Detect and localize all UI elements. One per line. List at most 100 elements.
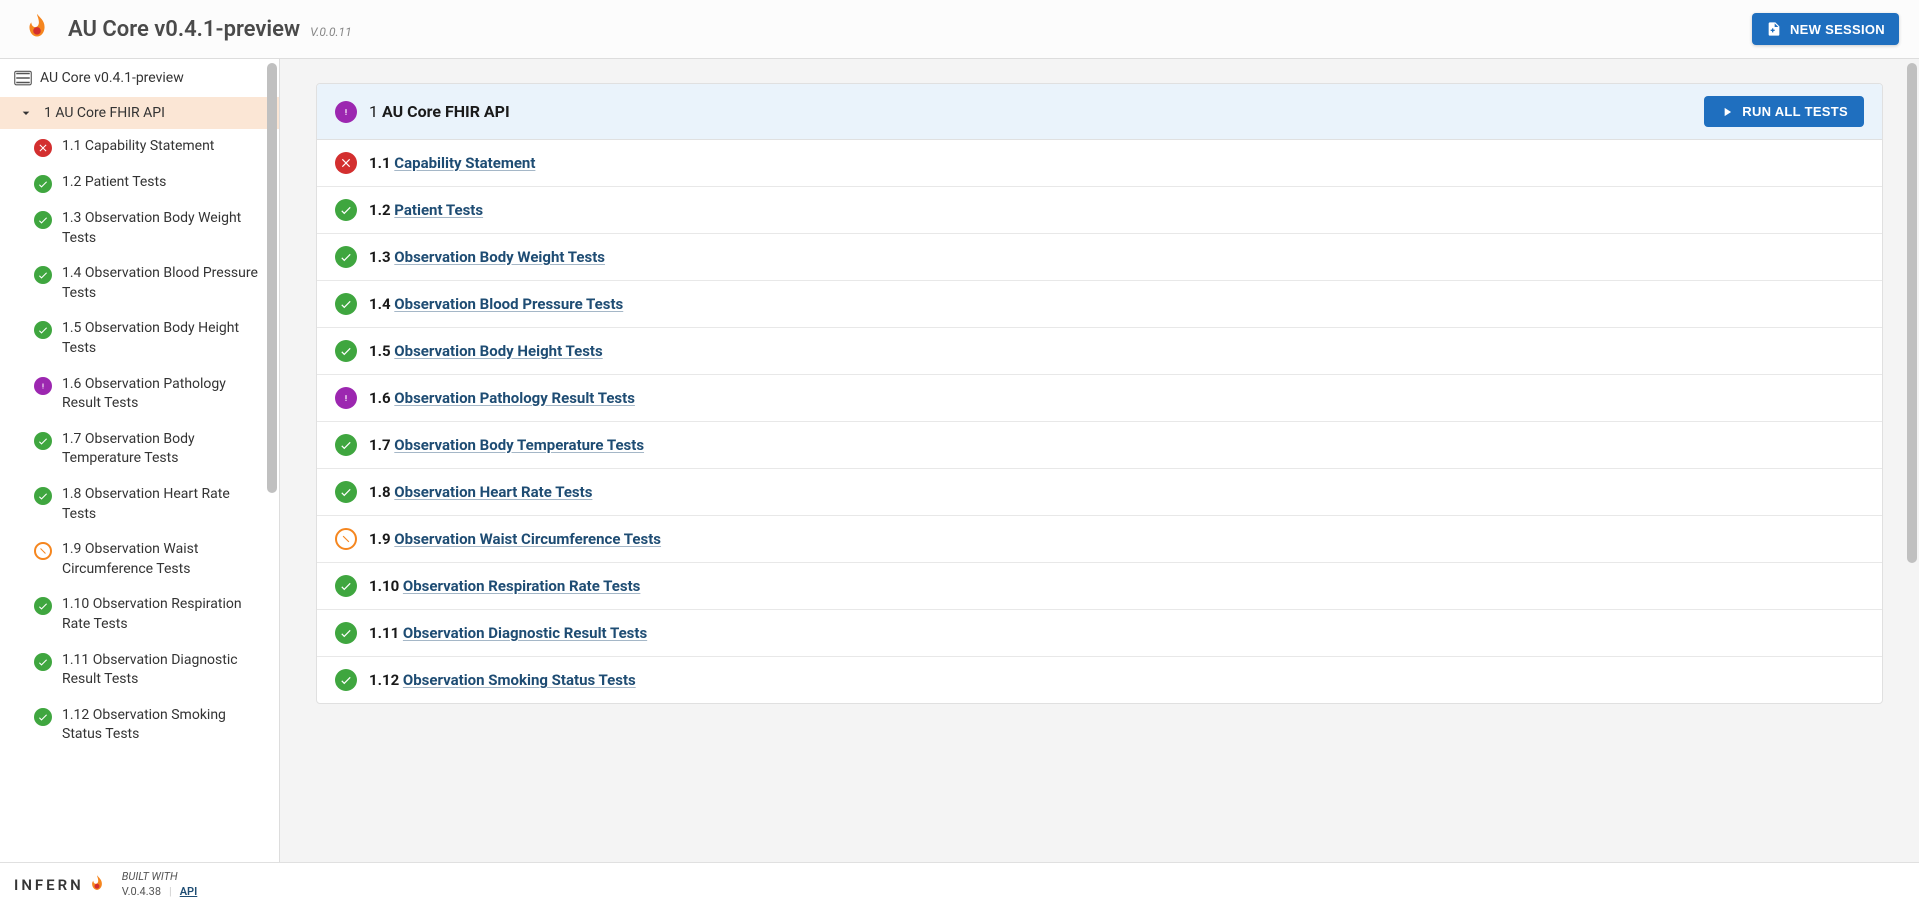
tree-root-label: AU Core v0.4.1-preview	[40, 70, 184, 86]
tree-item-label: 1.10 Observation Respiration Rate Tests	[62, 595, 265, 634]
tree-item[interactable]: 1.2 Patient Tests	[0, 165, 279, 201]
tree-item-label: 1.4 Observation Blood Pressure Tests	[62, 264, 265, 303]
test-row[interactable]: 1.3 Observation Body Weight Tests	[317, 234, 1882, 281]
file-plus-icon	[1766, 21, 1782, 37]
tree-item-label: 1.11 Observation Diagnostic Result Tests	[62, 651, 265, 690]
app-logo-icon	[20, 12, 54, 46]
status-success-icon	[34, 432, 52, 450]
play-icon	[1720, 105, 1734, 119]
tree-item[interactable]: 1.5 Observation Body Height Tests	[0, 311, 279, 366]
tree-item-label: 1.8 Observation Heart Rate Tests	[62, 485, 265, 524]
tree-item-label: 1.12 Observation Smoking Status Tests	[62, 706, 265, 745]
app-header: AU Core v0.4.1-preview V.0.0.11 NEW SESS…	[0, 0, 1919, 59]
list-icon	[14, 69, 32, 87]
test-panel: 1 AU Core FHIR API RUN ALL TESTS 1.1 Cap…	[316, 83, 1883, 704]
status-skip-icon	[34, 542, 52, 560]
app-title: AU Core v0.4.1-preview	[68, 17, 300, 42]
tree-item[interactable]: 1.9 Observation Waist Circumference Test…	[0, 532, 279, 587]
test-row[interactable]: 1.8 Observation Heart Rate Tests	[317, 469, 1882, 516]
chevron-down-icon	[18, 105, 34, 121]
panel-title: 1 AU Core FHIR API	[369, 102, 510, 121]
tree-item-label: 1.3 Observation Body Weight Tests	[62, 209, 265, 248]
tree-item[interactable]: 1.3 Observation Body Weight Tests	[0, 201, 279, 256]
app-version: V.0.0.11	[310, 25, 351, 39]
test-row-text: 1.6 Observation Pathology Result Tests	[369, 389, 635, 407]
test-row[interactable]: 1.7 Observation Body Temperature Tests	[317, 422, 1882, 469]
run-all-tests-button[interactable]: RUN ALL TESTS	[1704, 96, 1864, 127]
status-success-icon	[335, 434, 357, 456]
status-success-icon	[34, 708, 52, 726]
tree-item[interactable]: 1.11 Observation Diagnostic Result Tests	[0, 643, 279, 698]
tree-item-label: 1.6 Observation Pathology Result Tests	[62, 375, 265, 414]
status-success-icon	[335, 481, 357, 503]
test-row[interactable]: 1.11 Observation Diagnostic Result Tests	[317, 610, 1882, 657]
new-session-button[interactable]: NEW SESSION	[1752, 13, 1899, 45]
tree-item[interactable]: 1.12 Observation Smoking Status Tests	[0, 698, 279, 753]
inferno-logo-icon	[86, 874, 108, 896]
status-fail-icon	[335, 152, 357, 174]
test-row-text: 1.10 Observation Respiration Rate Tests	[369, 577, 640, 595]
tree-item[interactable]: 1.4 Observation Blood Pressure Tests	[0, 256, 279, 311]
status-skip-icon	[335, 528, 357, 550]
status-success-icon	[34, 653, 52, 671]
test-row-text: 1.3 Observation Body Weight Tests	[369, 248, 605, 266]
tree-root[interactable]: AU Core v0.4.1-preview	[0, 59, 279, 97]
status-success-icon	[34, 597, 52, 615]
status-success-icon	[335, 575, 357, 597]
title-group: AU Core v0.4.1-preview V.0.0.11	[68, 17, 352, 42]
tree-group-label: 1 AU Core FHIR API	[44, 105, 165, 121]
test-row[interactable]: 1.10 Observation Respiration Rate Tests	[317, 563, 1882, 610]
status-success-icon	[335, 669, 357, 691]
test-row[interactable]: 1.5 Observation Body Height Tests	[317, 328, 1882, 375]
test-row-text: 1.1 Capability Statement	[369, 154, 535, 172]
status-success-icon	[34, 211, 52, 229]
test-row[interactable]: 1.12 Observation Smoking Status Tests	[317, 657, 1882, 703]
test-row[interactable]: 1.2 Patient Tests	[317, 187, 1882, 234]
footer-info: BUILT WITH V.0.4.38 | API	[122, 870, 198, 899]
test-row[interactable]: 1.4 Observation Blood Pressure Tests	[317, 281, 1882, 328]
footer: INFERN BUILT WITH V.0.4.38 | API	[0, 862, 1919, 906]
status-warn-icon	[335, 387, 357, 409]
sidebar-scrollbar[interactable]	[267, 63, 277, 493]
test-row-text: 1.8 Observation Heart Rate Tests	[369, 483, 592, 501]
footer-api-link[interactable]: API	[180, 885, 198, 899]
status-success-icon	[335, 340, 357, 362]
tree-item-label: 1.7 Observation Body Temperature Tests	[62, 430, 265, 469]
status-success-icon	[34, 266, 52, 284]
status-warn-icon	[34, 377, 52, 395]
footer-version: V.0.4.38	[122, 885, 161, 899]
test-row-text: 1.12 Observation Smoking Status Tests	[369, 671, 636, 689]
tree-item[interactable]: 1.1 Capability Statement	[0, 129, 279, 165]
tree-item[interactable]: 1.7 Observation Body Temperature Tests	[0, 422, 279, 477]
test-row[interactable]: 1.9 Observation Waist Circumference Test…	[317, 516, 1882, 563]
status-success-icon	[34, 487, 52, 505]
test-row-text: 1.11 Observation Diagnostic Result Tests	[369, 624, 647, 642]
tree-item[interactable]: 1.6 Observation Pathology Result Tests	[0, 367, 279, 422]
test-row-text: 1.7 Observation Body Temperature Tests	[369, 436, 644, 454]
test-row[interactable]: 1.6 Observation Pathology Result Tests	[317, 375, 1882, 422]
test-row[interactable]: 1.1 Capability Statement	[317, 140, 1882, 187]
tree-group[interactable]: 1 AU Core FHIR API	[0, 97, 279, 129]
tree-item-label: 1.1 Capability Statement	[62, 137, 214, 157]
tree-item-label: 1.9 Observation Waist Circumference Test…	[62, 540, 265, 579]
status-success-icon	[335, 622, 357, 644]
tree-item[interactable]: 1.10 Observation Respiration Rate Tests	[0, 587, 279, 642]
footer-built-with: BUILT WITH	[122, 870, 198, 884]
test-row-text: 1.4 Observation Blood Pressure Tests	[369, 295, 623, 313]
run-button-label: RUN ALL TESTS	[1742, 104, 1848, 119]
status-success-icon	[34, 321, 52, 339]
tree-item-label: 1.2 Patient Tests	[62, 173, 166, 193]
new-session-label: NEW SESSION	[1790, 22, 1885, 37]
test-row-text: 1.2 Patient Tests	[369, 201, 483, 219]
sidebar: AU Core v0.4.1-preview 1 AU Core FHIR AP…	[0, 59, 280, 862]
status-success-icon	[335, 246, 357, 268]
status-warn-icon	[335, 101, 357, 123]
status-success-icon	[335, 199, 357, 221]
tree-item-label: 1.5 Observation Body Height Tests	[62, 319, 265, 358]
test-row-text: 1.9 Observation Waist Circumference Test…	[369, 530, 661, 548]
tree-item[interactable]: 1.8 Observation Heart Rate Tests	[0, 477, 279, 532]
test-row-text: 1.5 Observation Body Height Tests	[369, 342, 603, 360]
header-left: AU Core v0.4.1-preview V.0.0.11	[20, 12, 352, 46]
main-scrollbar[interactable]	[1907, 63, 1917, 563]
status-success-icon	[335, 293, 357, 315]
